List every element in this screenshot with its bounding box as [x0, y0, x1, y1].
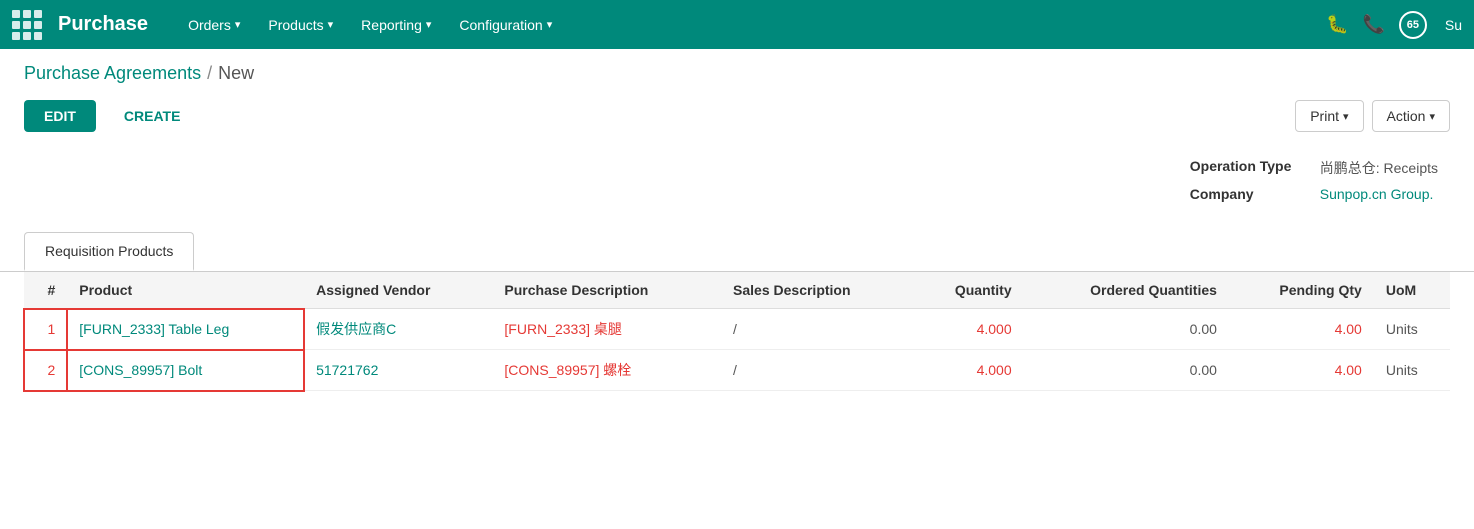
operation-type-value: 尚鹏总仓: Receipts [1320, 154, 1450, 182]
row-1-uom: Units [1374, 309, 1450, 350]
row-2-uom: Units [1374, 350, 1450, 391]
app-grid-icon[interactable] [12, 10, 42, 40]
tab-area: Requisition Products [0, 216, 1474, 271]
row-2-vendor[interactable]: 51721762 [304, 350, 492, 391]
row-2-num: 2 [24, 350, 67, 391]
col-header-product: Product [67, 272, 304, 309]
breadcrumb-current: New [218, 63, 254, 84]
row-1-product[interactable]: [FURN_2333] Table Leg [67, 309, 304, 350]
print-button[interactable]: Print [1295, 100, 1363, 132]
company-value[interactable]: Sunpop.cn Group. [1320, 182, 1450, 206]
col-header-vendor: Assigned Vendor [304, 272, 492, 309]
app-brand: Purchase [58, 13, 148, 36]
col-header-sales-desc: Sales Description [721, 272, 914, 309]
main-menu: Orders Products Reporting Configuration [176, 11, 1318, 39]
table-header-row: # Product Assigned Vendor Purchase Descr… [24, 272, 1450, 309]
row-1-pending-qty: 4.00 [1229, 309, 1374, 350]
col-header-num: # [24, 272, 67, 309]
tab-requisition-products[interactable]: Requisition Products [24, 232, 194, 271]
user-avatar[interactable]: Su [1445, 17, 1462, 33]
breadcrumb: Purchase Agreements / New [0, 49, 1474, 92]
table-row: 2 [CONS_89957] Bolt 51721762 [CONS_89957… [24, 350, 1450, 391]
action-button[interactable]: Action [1372, 100, 1450, 132]
action-bar: EDIT CREATE Print Action [0, 92, 1474, 144]
tab-list: Requisition Products [24, 232, 1450, 271]
operation-type-label: Operation Type [1190, 154, 1320, 182]
create-button[interactable]: CREATE [104, 100, 201, 132]
info-table: Operation Type 尚鹏总仓: Receipts Company Su… [1190, 154, 1450, 206]
row-1-sales-desc: / [721, 309, 914, 350]
col-header-qty: Quantity [914, 272, 1024, 309]
topnav-icons: 🐛 📞 65 Su [1326, 11, 1462, 39]
row-1-purchase-desc: [FURN_2333] 桌腿 [492, 309, 721, 350]
table-row: 1 [FURN_2333] Table Leg 假发供应商C [FURN_233… [24, 309, 1450, 350]
company-label: Company [1190, 182, 1320, 206]
notification-badge[interactable]: 65 [1399, 11, 1427, 39]
info-section: Operation Type 尚鹏总仓: Receipts Company Su… [0, 144, 1474, 216]
row-1-vendor[interactable]: 假发供应商C [304, 309, 492, 350]
row-1-num: 1 [24, 309, 67, 350]
menu-item-reporting[interactable]: Reporting [349, 11, 443, 39]
row-2-ordered-qty: 0.00 [1024, 350, 1229, 391]
table-wrapper: # Product Assigned Vendor Purchase Descr… [0, 271, 1474, 391]
menu-item-orders[interactable]: Orders [176, 11, 252, 39]
col-header-pending-qty: Pending Qty [1229, 272, 1374, 309]
col-header-uom: UoM [1374, 272, 1450, 309]
edit-button[interactable]: EDIT [24, 100, 96, 132]
row-1-qty: 4.000 [914, 309, 1024, 350]
breadcrumb-separator: / [207, 63, 212, 84]
col-header-ordered-qty: Ordered Quantities [1024, 272, 1229, 309]
products-table: # Product Assigned Vendor Purchase Descr… [24, 272, 1450, 391]
row-2-purchase-desc: [CONS_89957] 螺栓 [492, 350, 721, 391]
row-2-product[interactable]: [CONS_89957] Bolt [67, 350, 304, 391]
bug-icon[interactable]: 🐛 [1326, 14, 1348, 35]
breadcrumb-parent[interactable]: Purchase Agreements [24, 63, 201, 84]
row-2-qty: 4.000 [914, 350, 1024, 391]
row-1-ordered-qty: 0.00 [1024, 309, 1229, 350]
phone-icon[interactable]: 📞 [1362, 14, 1384, 35]
col-header-purchase-desc: Purchase Description [492, 272, 721, 309]
row-2-pending-qty: 4.00 [1229, 350, 1374, 391]
menu-item-configuration[interactable]: Configuration [447, 11, 564, 39]
menu-item-products[interactable]: Products [256, 11, 345, 39]
top-navigation: Purchase Orders Products Reporting Confi… [0, 0, 1474, 49]
row-2-sales-desc: / [721, 350, 914, 391]
